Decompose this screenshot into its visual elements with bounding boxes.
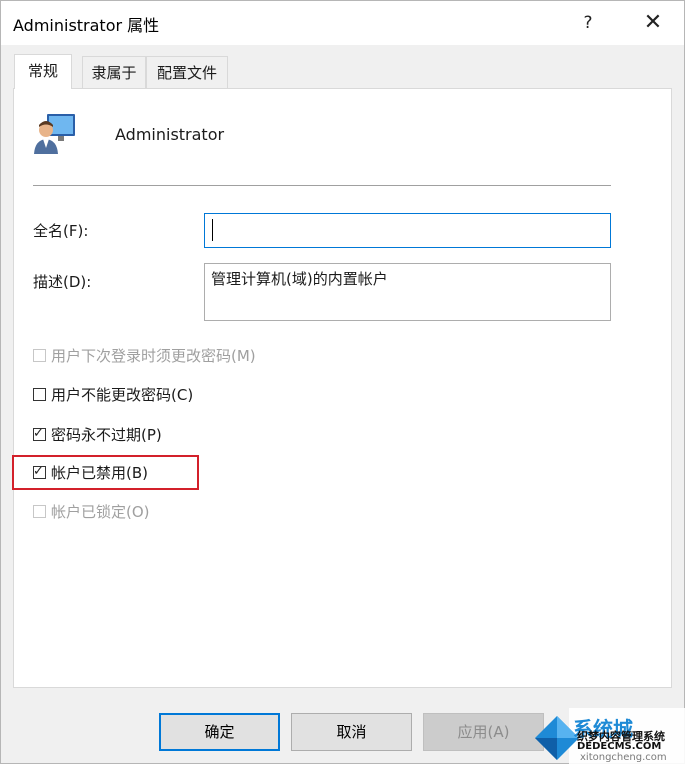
description-field[interactable]: 管理计算机(域)的内置帐户 — [204, 263, 611, 321]
watermark-line4: xitongcheng.com — [580, 752, 667, 763]
tab-profile[interactable]: 配置文件 — [146, 56, 228, 88]
cancel-button[interactable]: 取消 — [291, 713, 412, 751]
apply-button[interactable]: 应用(A) — [423, 713, 544, 751]
separator — [33, 185, 611, 186]
description-label: 描述(D): — [33, 273, 92, 291]
checkbox-label: 用户下次登录时须更改密码(M) — [51, 347, 256, 365]
checkbox-box[interactable] — [33, 388, 46, 401]
watermark-line3: DEDECMS.COM — [577, 741, 662, 752]
user-name: Administrator — [115, 125, 225, 144]
highlight-box — [12, 455, 199, 490]
user-monitor-icon — [34, 114, 75, 154]
title-bar: Administrator 属性 ? ✕ — [1, 1, 684, 45]
checkbox-label: 帐户已锁定(O) — [51, 503, 150, 521]
checkbox-box[interactable]: ✓ — [33, 426, 46, 441]
checkmark-icon: ✓ — [33, 426, 44, 441]
help-button[interactable]: ? — [571, 7, 605, 39]
ok-button[interactable]: 确定 — [159, 713, 280, 751]
tab-member-of[interactable]: 隶属于 — [82, 56, 146, 88]
checkbox-label: 密码永不过期(P) — [51, 426, 162, 444]
fullname-field[interactable] — [204, 213, 611, 248]
checkbox-box[interactable] — [33, 349, 46, 362]
text-caret — [212, 219, 213, 241]
close-button[interactable]: ✕ — [633, 7, 673, 39]
checkbox-label: 用户不能更改密码(C) — [51, 386, 194, 404]
description-value: 管理计算机(域)的内置帐户 — [211, 270, 388, 288]
fullname-label: 全名(F): — [33, 222, 89, 240]
checkbox-box[interactable] — [33, 505, 46, 518]
tab-general[interactable]: 常规 — [14, 54, 72, 89]
window-title: Administrator 属性 — [13, 16, 160, 35]
